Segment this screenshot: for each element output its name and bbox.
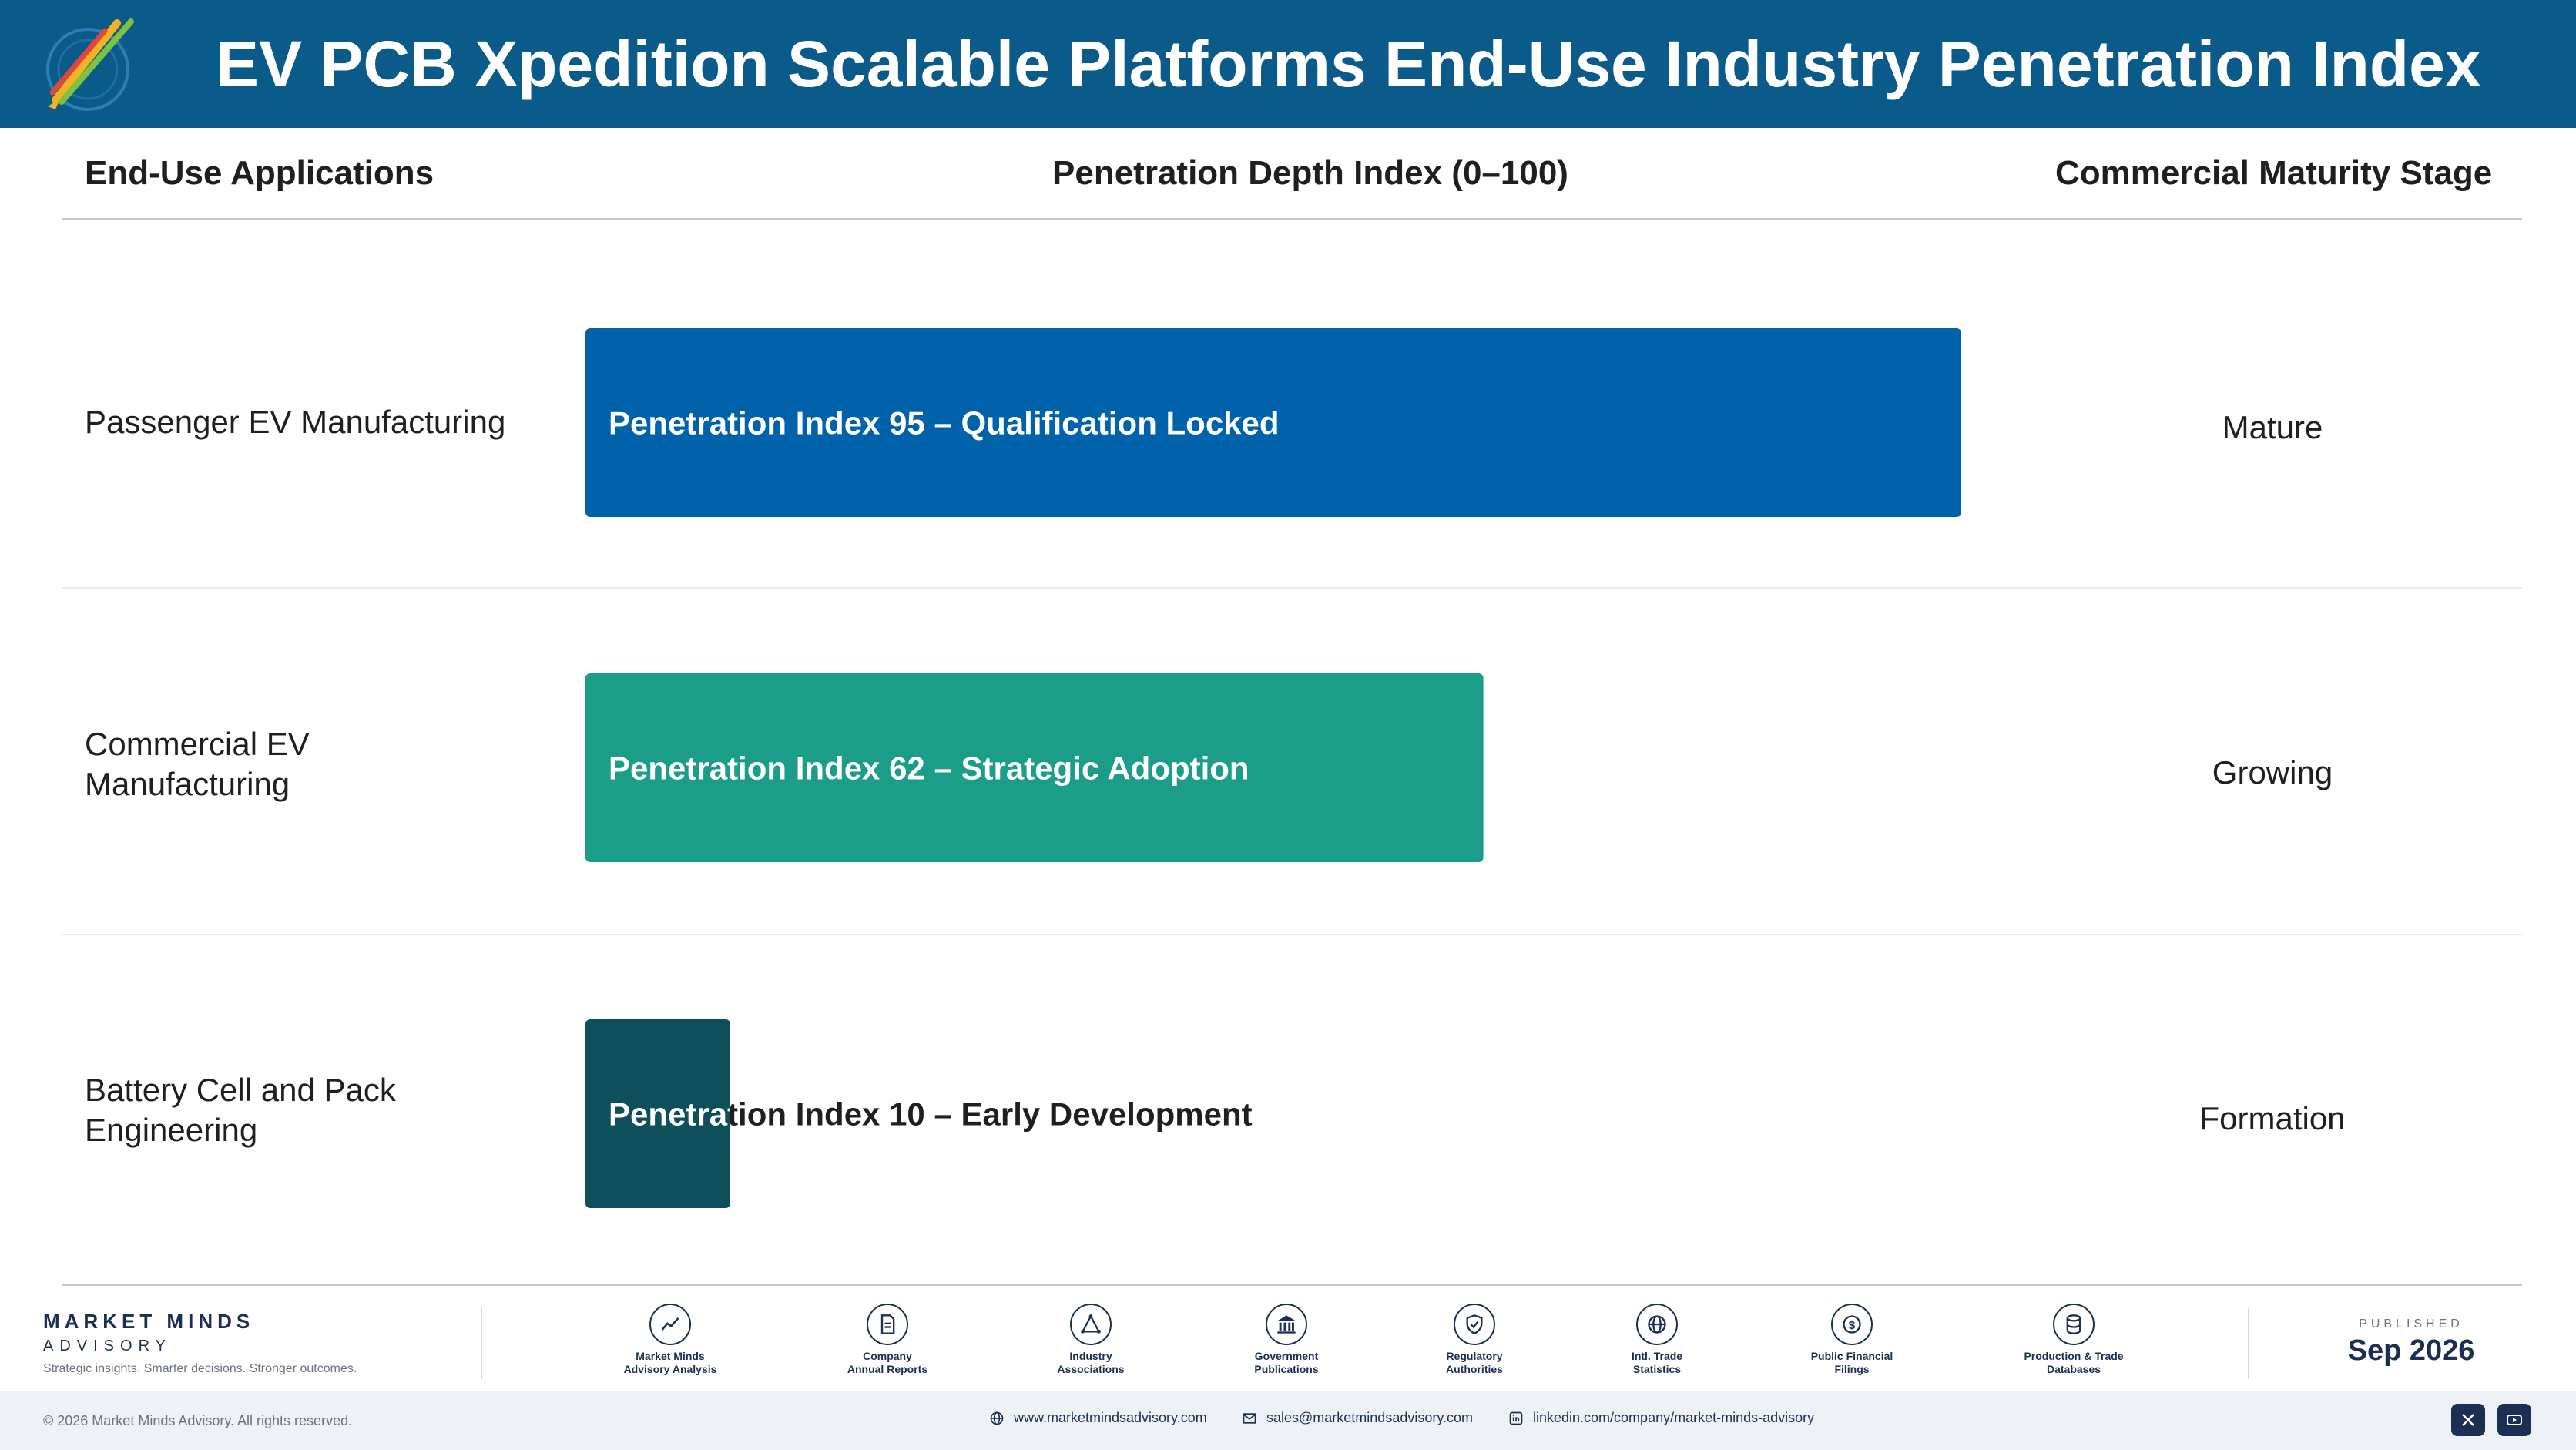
website-link[interactable]: www.marketmindsadvisory.com: [989, 1410, 1207, 1426]
source-label: Production & Trade: [2024, 1350, 2124, 1362]
linkedin-text: linkedin.com/company/market-minds-adviso…: [1533, 1410, 1815, 1425]
email-link[interactable]: sales@marketmindsadvisory.com: [1242, 1410, 1473, 1426]
document-icon: [867, 1304, 908, 1345]
brand-name: MARKET MINDS: [43, 1310, 255, 1333]
youtube-social-button[interactable]: [2497, 1404, 2531, 1436]
bar-label-commercial-ev: Penetration Index 62 – Strategic Adoptio…: [609, 750, 1249, 787]
source-industry-associations: Industry Associations: [1014, 1304, 1168, 1376]
database-icon: [2053, 1304, 2095, 1345]
globe-icon: [990, 1411, 1004, 1425]
network-icon: [1070, 1304, 1112, 1345]
source-label: Government: [1254, 1350, 1319, 1362]
shield-check-icon: [1454, 1304, 1495, 1345]
published-date: Sep 2026: [2347, 1334, 2475, 1367]
source-label: Databases: [2046, 1363, 2101, 1375]
source-label: Company: [863, 1350, 912, 1362]
source-label: Statistics: [1632, 1363, 1682, 1375]
copyright-text: © 2026 Market Minds Advisory. All rights…: [43, 1413, 353, 1428]
source-label: Associations: [1057, 1363, 1125, 1375]
source-label: Industry: [1069, 1350, 1112, 1362]
source-regulatory-authorities: Regulatory Authorities: [1397, 1304, 1551, 1376]
source-label: Regulatory: [1446, 1350, 1503, 1362]
source-annual-reports: Company Annual Reports: [810, 1304, 964, 1376]
youtube-icon: [2507, 1415, 2522, 1425]
published-label: PUBLISHED: [2359, 1317, 2464, 1331]
body-bottom-divider: [62, 1284, 2522, 1286]
source-label: Market Minds: [636, 1350, 705, 1362]
penetration-bar-chart: Penetration Index 95 – Qualification Loc…: [585, 328, 1961, 1208]
globe-icon: [1636, 1304, 1678, 1345]
bar-label-passenger-ev: Penetration Index 95 – Qualification Loc…: [609, 405, 1280, 441]
source-trade-databases: Production & Trade Databases: [1997, 1304, 2151, 1376]
dollar-coin-icon: $: [1831, 1304, 1873, 1345]
svg-text:$: $: [1849, 1319, 1856, 1332]
email-text: sales@marketmindsadvisory.com: [1266, 1410, 1474, 1425]
source-label: Publications: [1254, 1363, 1319, 1375]
source-label: Intl. Trade: [1631, 1350, 1683, 1362]
footer-divider: [2248, 1308, 2249, 1379]
x-social-button[interactable]: [2451, 1404, 2485, 1436]
trend-chart-icon: [649, 1304, 691, 1345]
website-text: www.marketmindsadvisory.com: [1014, 1410, 1207, 1425]
source-label: Advisory Analysis: [623, 1363, 717, 1375]
source-financial-filings: $ Public Financial Filings: [1775, 1304, 1929, 1376]
linkedin-icon: [1509, 1411, 1523, 1425]
government-building-icon: [1266, 1304, 1307, 1345]
brand-tagline: Strategic insights. Smarter decisions. S…: [43, 1362, 357, 1375]
source-label: Annual Reports: [847, 1363, 928, 1375]
footer-divider: [481, 1308, 482, 1379]
source-trade-statistics: Intl. Trade Statistics: [1580, 1304, 1734, 1376]
source-label: Filings: [1834, 1363, 1870, 1375]
source-government-publications: Government Publications: [1209, 1304, 1363, 1376]
linkedin-link[interactable]: linkedin.com/company/market-minds-adviso…: [1508, 1410, 1814, 1426]
x-logo-icon: [2462, 1414, 2474, 1426]
source-label: Public Financial: [1810, 1350, 1893, 1362]
source-advisory-analysis: Market Minds Advisory Analysis: [593, 1304, 747, 1376]
brand-subtitle: ADVISORY: [43, 1338, 172, 1354]
mail-icon: [1243, 1412, 1256, 1424]
source-label: Authorities: [1446, 1363, 1503, 1375]
